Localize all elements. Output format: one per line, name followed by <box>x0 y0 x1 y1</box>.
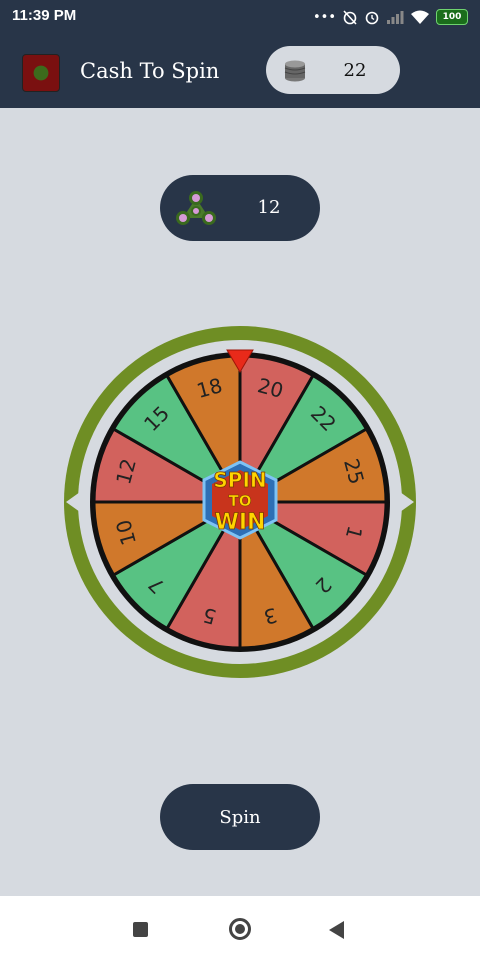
status-icons: ••• 100 <box>313 6 468 28</box>
prize-wheel[interactable]: 2022251235710121518 SPIN TO WIN <box>60 320 420 684</box>
alarm-icon <box>365 11 379 25</box>
more-dots-icon: ••• <box>312 9 336 25</box>
status-time: 11:39 PM <box>12 7 77 24</box>
spin-to-win-badge: SPIN TO WIN <box>202 460 278 540</box>
badge-line-3: WIN <box>215 510 266 535</box>
coin-balance: 22 <box>266 46 400 94</box>
coin-count: 22 <box>343 60 367 81</box>
spinner-balance: 12 <box>160 175 320 241</box>
coin-stack-icon <box>284 60 306 82</box>
spin-button[interactable]: Spin <box>160 784 320 850</box>
fidget-spinner-icon <box>176 191 216 225</box>
battery-icon: 100 <box>436 9 468 25</box>
home-icon[interactable] <box>229 918 251 940</box>
alarm-off-icon <box>343 10 357 25</box>
system-nav-bar <box>0 896 480 960</box>
wifi-icon <box>411 10 429 24</box>
status-bar: 11:39 PM ••• 100 <box>0 0 480 34</box>
signal-icon <box>387 11 404 24</box>
back-icon[interactable] <box>329 921 344 939</box>
spinner-count: 12 <box>257 197 281 218</box>
app-logo <box>22 54 60 92</box>
app-bar: Cash To Spin 22 <box>0 34 480 108</box>
badge-line-1: SPIN <box>213 468 266 492</box>
badge-line-2: TO <box>229 492 252 510</box>
app-title: Cash To Spin <box>80 59 220 83</box>
recent-apps-icon[interactable] <box>133 922 148 937</box>
